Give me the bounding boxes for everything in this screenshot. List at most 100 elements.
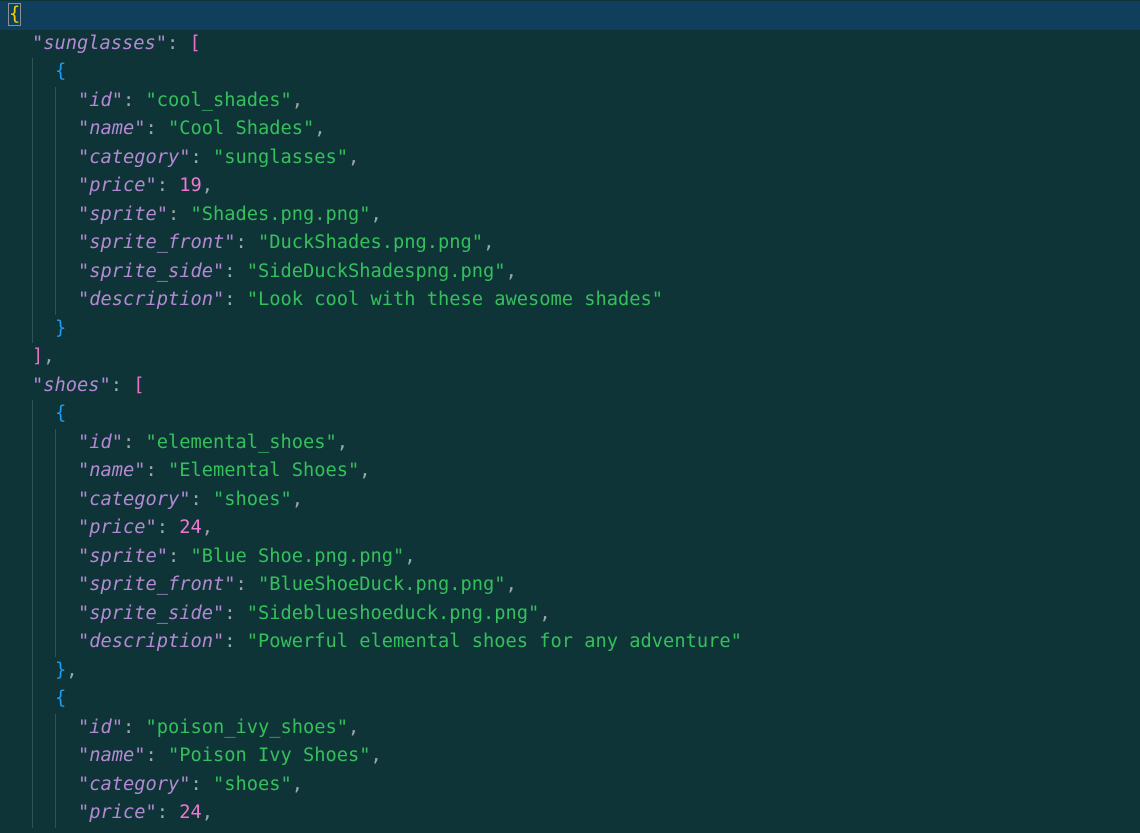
current-code-line[interactable]: { — [0, 1, 1140, 30]
punctuation: : — [145, 745, 169, 766]
indent-guide — [32, 599, 33, 628]
punctuation: , — [66, 659, 78, 681]
indent-guide — [32, 86, 33, 115]
json-key: "category" — [78, 488, 191, 510]
json-string-value: "Look cool with these awesome shades" — [246, 289, 664, 310]
json-key: "sprite" — [78, 545, 169, 567]
punctuation: : — [235, 574, 259, 595]
code-editor[interactable]: {"sunglasses": [{"id": "cool_shades", "na… — [0, 0, 1140, 833]
code-line[interactable]: "sunglasses": [ — [0, 30, 1140, 59]
line-content: "id": "cool_shades", — [78, 87, 303, 116]
code-line[interactable]: "price": 24, — [0, 799, 1140, 828]
code-line[interactable]: "description": "Look cool with these awe… — [0, 286, 1140, 315]
indent-guide — [32, 514, 33, 543]
code-line[interactable]: "price": 24, — [0, 514, 1140, 543]
json-key: "category" — [78, 773, 191, 795]
indent-guide — [32, 742, 33, 771]
json-key: "sunglasses" — [32, 32, 168, 54]
indent-guide — [55, 428, 56, 457]
json-key: "sprite_side" — [78, 602, 225, 624]
json-key: "name" — [78, 745, 146, 766]
json-key: "id" — [78, 716, 124, 738]
json-string-value: "shoes" — [213, 488, 292, 510]
indent-guide — [55, 172, 56, 201]
code-line[interactable]: "name": "Cool Shades", — [0, 115, 1140, 144]
code-line[interactable]: "sprite": "Blue Shoe.png.png", — [0, 542, 1140, 572]
punctuation: , — [370, 203, 382, 225]
punctuation: , — [201, 175, 214, 196]
indent-guide — [32, 628, 33, 657]
indent-guide — [32, 314, 33, 343]
code-line[interactable]: "price": 19, — [0, 172, 1140, 201]
code-line[interactable]: "name": "Poison Ivy Shoes", — [0, 742, 1140, 771]
bracket: ] — [32, 346, 44, 367]
code-line[interactable]: "shoes": [ — [0, 372, 1140, 401]
punctuation: : — [235, 232, 259, 253]
code-line[interactable]: }, — [0, 656, 1140, 686]
bracket: [ — [189, 32, 201, 54]
indent-guide — [32, 485, 33, 514]
punctuation: : — [123, 431, 146, 453]
line-content: "sprite": "Blue Shoe.png.png", — [78, 543, 416, 572]
json-string-value: "SideDuckShadespng.png" — [246, 260, 506, 282]
code-line[interactable]: "id": "poison_ivy_shoes", — [0, 713, 1140, 742]
json-key: "id" — [78, 431, 124, 453]
code-line[interactable]: "id": "cool_shades", — [0, 86, 1140, 116]
json-number-value: 19 — [179, 175, 202, 196]
code-line[interactable]: { — [0, 400, 1140, 429]
punctuation: : — [123, 89, 146, 111]
punctuation: : — [123, 716, 146, 738]
line-content: "description": "Look cool with these awe… — [78, 286, 663, 315]
json-key: "price" — [78, 802, 157, 823]
json-key: "sprite_front" — [78, 232, 236, 253]
punctuation: , — [505, 574, 517, 595]
json-string-value: "Shades.png.png" — [190, 203, 371, 225]
json-key: "name" — [78, 118, 146, 139]
punctuation: : — [190, 146, 214, 168]
indent-guide — [32, 656, 33, 685]
json-key: "sprite_front" — [78, 574, 236, 595]
code-line[interactable]: "sprite_front": "DuckShades.png.png", — [0, 229, 1140, 258]
indent-guide — [32, 115, 33, 144]
punctuation: , — [483, 232, 495, 253]
indent-guide — [55, 229, 56, 258]
json-key: "sprite" — [78, 203, 169, 225]
code-line[interactable]: "description": "Powerful elemental shoes… — [0, 628, 1140, 657]
indent-guide — [55, 542, 56, 571]
line-content: "price": 24, — [78, 799, 213, 828]
line-content: "sprite_side": "Sideblueshoeduck.png.png… — [78, 600, 551, 629]
code-line[interactable]: { — [0, 685, 1140, 714]
code-line[interactable]: "id": "elemental_shoes", — [0, 428, 1140, 457]
indent-guide — [55, 485, 56, 514]
line-content: }, — [55, 657, 78, 686]
code-line[interactable]: ], — [0, 343, 1140, 372]
json-string-value: "BlueShoeDuck.png.png" — [258, 574, 506, 595]
json-string-value: "sunglasses" — [213, 146, 349, 168]
punctuation: , — [201, 802, 214, 823]
indent-guide — [32, 143, 33, 172]
code-line[interactable]: "sprite_side": "Sideblueshoeduck.png.png… — [0, 599, 1140, 629]
json-key: "sprite_side" — [78, 260, 225, 282]
indent-guide — [32, 457, 33, 486]
code-line[interactable]: "category": "sunglasses", — [0, 143, 1140, 173]
punctuation: , — [370, 745, 382, 766]
bracket: { — [55, 688, 67, 709]
punctuation: , — [359, 460, 371, 481]
line-content: "category": "sunglasses", — [78, 144, 359, 173]
punctuation: : — [224, 289, 247, 310]
code-line[interactable]: "sprite_front": "BlueShoeDuck.png.png", — [0, 571, 1140, 600]
code-line[interactable]: "sprite": "Shades.png.png", — [0, 200, 1140, 229]
code-line[interactable]: } — [0, 314, 1140, 343]
code-line[interactable]: "category": "shoes", — [0, 485, 1140, 515]
punctuation: : — [190, 488, 214, 510]
line-content: "shoes": [ — [32, 372, 145, 401]
code-line[interactable]: { — [0, 58, 1140, 87]
indent-guide — [55, 770, 56, 799]
line-content: "price": 24, — [78, 514, 213, 543]
json-key: "id" — [78, 89, 124, 111]
code-line[interactable]: "sprite_side": "SideDuckShadespng.png", — [0, 257, 1140, 286]
line-content: "category": "shoes", — [78, 486, 303, 515]
code-line[interactable]: "name": "Elemental Shoes", — [0, 457, 1140, 486]
line-content: "sunglasses": [ — [32, 30, 201, 59]
code-line[interactable]: "category": "shoes", — [0, 770, 1140, 799]
